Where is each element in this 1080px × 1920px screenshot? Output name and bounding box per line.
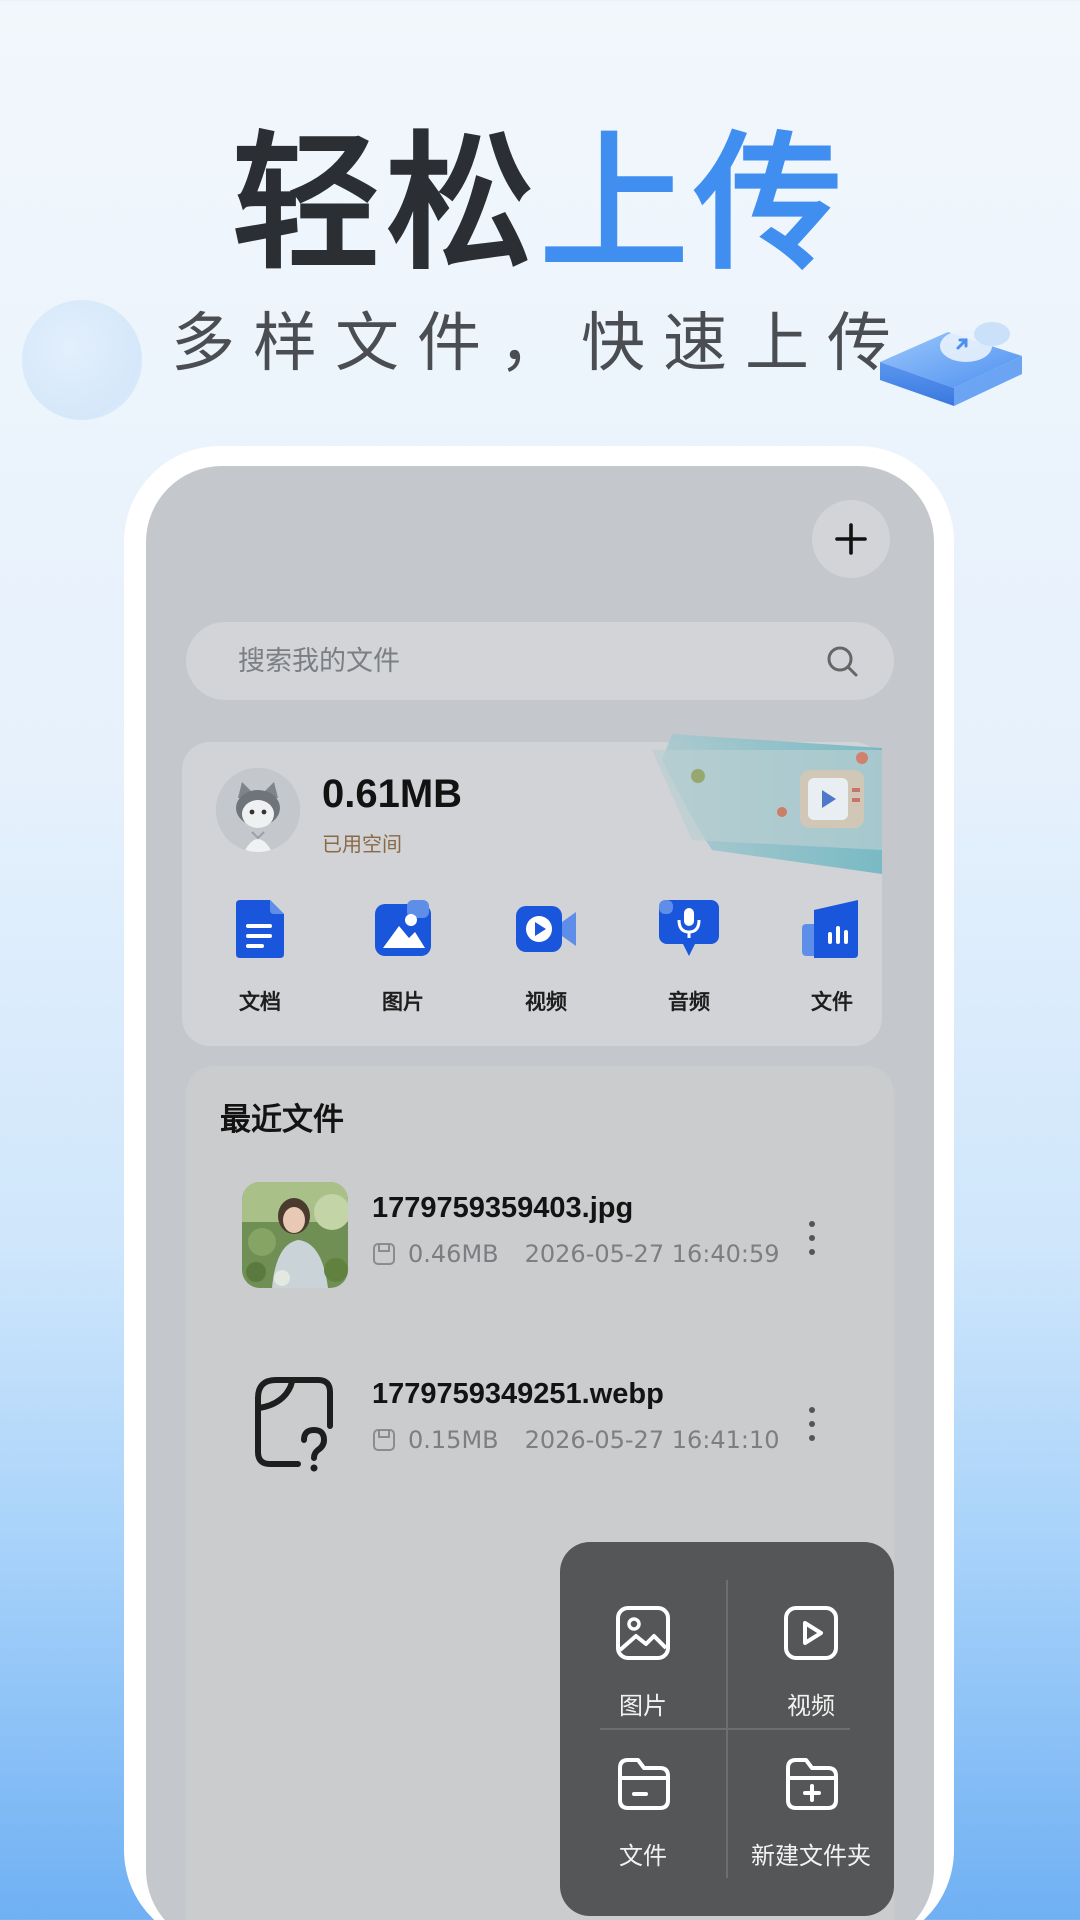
phone-screen: 0.61MB 已用空间 文档 图片 视频 — [146, 466, 934, 1920]
category-files[interactable]: 文件 — [782, 896, 882, 1016]
plus-icon — [835, 523, 867, 555]
video-play-icon — [784, 1606, 838, 1660]
more-options-icon[interactable] — [802, 1404, 822, 1444]
file-name: 1779759349251.webp — [372, 1378, 664, 1410]
file-row[interactable]: 1779759349251.webp 0.15MB 2026-05-27 16:… — [242, 1368, 852, 1478]
unknown-file-icon — [255, 1377, 333, 1472]
document-icon — [236, 900, 284, 958]
file-time: 2026-05-27 16:41:10 — [524, 1426, 780, 1454]
photo-thumbnail — [242, 1182, 348, 1288]
storage-icon — [373, 1243, 395, 1265]
file-thumbnail-photo — [242, 1182, 348, 1288]
divider — [600, 1728, 850, 1730]
storage-used-label: 已用空间 — [322, 832, 402, 856]
file-thumbnail-unknown — [242, 1368, 348, 1474]
popup-item-label: 视频 — [787, 1692, 835, 1720]
search-bar[interactable] — [186, 622, 894, 700]
file-name: 1779759359403.jpg — [372, 1192, 634, 1224]
add-button[interactable] — [812, 500, 890, 578]
storage-icon — [373, 1429, 395, 1451]
upload-popup-menu: 图片 视频 文件 新建文件夹 — [560, 1542, 894, 1916]
category-documents[interactable]: 文档 — [210, 896, 310, 1016]
popup-item-label: 图片 — [619, 1692, 667, 1720]
promo-headline: 轻松上传 — [0, 130, 1080, 278]
popup-item-image[interactable]: 图片 — [560, 1604, 726, 1721]
chart-file-icon — [802, 900, 858, 958]
image-icon — [375, 900, 431, 956]
file-meta: 0.46MB 2026-05-27 16:40:59 — [372, 1240, 780, 1268]
storage-used-value: 0.61MB — [322, 772, 463, 816]
image-icon — [616, 1606, 670, 1660]
category-label: 文件 — [811, 990, 853, 1014]
microphone-icon — [659, 900, 719, 956]
more-options-icon[interactable] — [802, 1218, 822, 1258]
popup-item-file[interactable]: 文件 — [560, 1754, 726, 1871]
category-audio[interactable]: 音频 — [639, 896, 739, 1016]
recent-files-title: 最近文件 — [220, 1102, 344, 1138]
popup-item-new-folder[interactable]: 新建文件夹 — [728, 1754, 894, 1871]
folder-icon — [618, 1758, 670, 1810]
file-size: 0.46MB — [408, 1240, 499, 1268]
popup-item-video[interactable]: 视频 — [728, 1604, 894, 1721]
file-row[interactable]: 1779759359403.jpg 0.46MB 2026-05-27 16:4… — [242, 1182, 852, 1292]
tv-banner-illustration — [652, 734, 882, 874]
category-label: 图片 — [382, 990, 424, 1014]
upload-cube-icon — [880, 322, 1022, 406]
new-folder-icon — [786, 1758, 838, 1810]
cat-avatar-icon — [216, 768, 300, 852]
headline-dark-text: 轻松 — [232, 118, 540, 290]
file-size: 0.15MB — [408, 1426, 499, 1454]
category-label: 音频 — [668, 990, 710, 1014]
decorative-bubble — [22, 300, 142, 420]
category-images[interactable]: 图片 — [353, 896, 453, 1016]
file-meta: 0.15MB 2026-05-27 16:41:10 — [372, 1426, 780, 1454]
category-label: 视频 — [525, 990, 567, 1014]
category-videos[interactable]: 视频 — [496, 896, 596, 1016]
avatar[interactable] — [216, 768, 300, 852]
category-label: 文档 — [239, 990, 281, 1014]
popup-item-label: 文件 — [619, 1842, 667, 1870]
search-icon[interactable] — [824, 643, 860, 679]
headline-blue-text: 上传 — [540, 118, 848, 290]
video-icon — [516, 906, 576, 952]
popup-item-label: 新建文件夹 — [751, 1842, 871, 1870]
file-time: 2026-05-27 16:40:59 — [524, 1240, 780, 1268]
search-input[interactable] — [238, 645, 824, 677]
